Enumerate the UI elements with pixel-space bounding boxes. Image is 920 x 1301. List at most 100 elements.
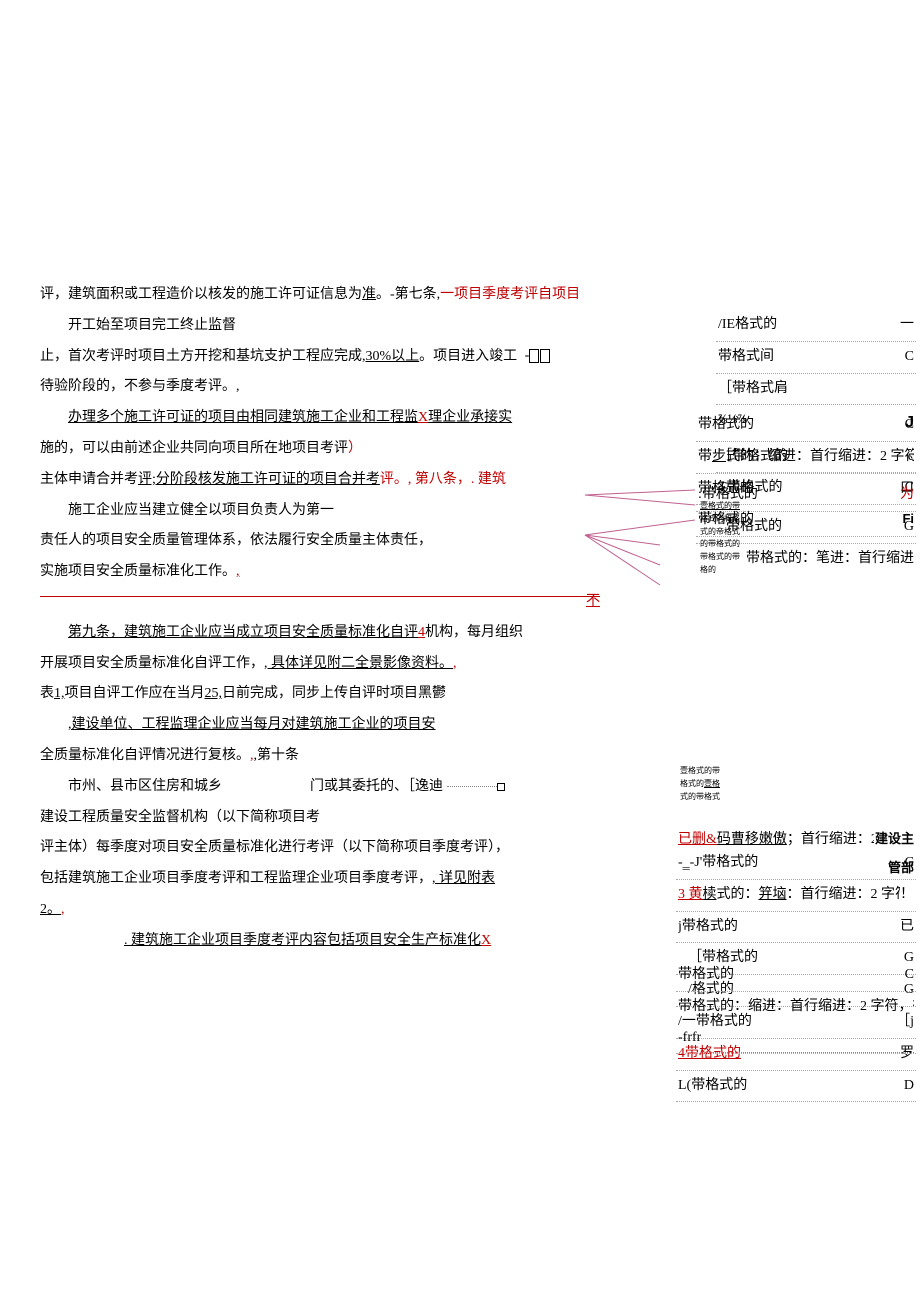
text: 。项目进入竣工 [419,349,517,364]
underlined-red-text: , [453,656,457,671]
format-annotation-vertical: 壹格式的带 格式的和格 式的帝格式 的带格式的 带格式的带 格的 [700,500,760,577]
text: 开工始至项目完工终止监督 [68,318,236,333]
text: ,第十条 [254,748,300,763]
red-text: 评。, 第八条，. 建筑 [380,472,506,487]
anno-label: 式的带格式 [680,791,770,804]
anno-code: C [905,848,914,879]
anno-label: 带格式的带 [700,551,760,564]
underlined-text: 2。 [40,902,61,917]
anno-code: 已 [900,912,914,943]
text: 。-第七条, [376,287,440,302]
text: 施工企业应当建立健全以项目负责人为第一 [68,503,334,518]
anno-label: 格式的壹格 [680,778,770,791]
text: 项目自评工作应在当月 [65,686,205,701]
anno-code: 为 [900,480,914,511]
anno-label: 3 黄椟式的：笄垴：首行缩进：2 字符，行距：单倍 [678,880,900,911]
paragraph: 施的，可以由前述企业共同向项目所在地项目考评） [40,434,620,465]
text: 建设工程质量安全监督机构（以下简称项目考 [40,810,320,825]
text: 全质量标准化自评情况进行复核。 [40,748,250,763]
anno-code: C [905,342,914,373]
underlined-text: , 具体详见附二全景影像资料。 [264,656,453,671]
anno-label: 格的 [700,564,760,577]
text: 实施项目安全质量标准化工作。 [40,564,236,579]
paragraph: . 建筑施工企业项目季度考评内容包括项目安全生产标准化X [40,926,620,957]
underlined-text: 评;分阶段核发施工许可证的项目合并考 [138,472,380,487]
paragraph: 责任人的项目安全质量管理体系，依法履行安全质量主体责任， [40,526,620,557]
paragraph: 主体申请合并考评;分阶段核发施工许可证的项目合并考评。, 第八条，. 建筑 [40,465,620,496]
underlined-red-text: 4 [418,625,425,640]
text: 机构，每月组织 [425,625,523,640]
underlined-red-text: X [481,933,491,948]
underlined-text: . 建筑施工企业项目季度考评内容包括项目安全生产标准化 [124,933,481,948]
text: 包括建筑施工企业项目季度考评和工程监理企业项目季度考评， [40,871,432,886]
text: 评主体）每季度对项目安全质量标准化进行考评（以下简称项目季度考评）， [40,840,509,855]
fraction-markers: - [525,346,552,366]
red-text: ） [348,441,362,456]
text: 市州、县市区住房和城乡 [40,772,222,803]
text: 评，建筑面积或工程造价以核发的施工许可证信息为 [40,287,362,302]
underlined-text: ,建设单位、工程监理企业应当每月对建筑施工企业的项目安 [68,717,436,732]
anno-label: 式的帝格式 [700,526,760,539]
underlined-red-text: X [418,410,428,425]
text: 表 [40,686,54,701]
underlined-text: 理企业承接实 [428,410,512,425]
anno-code: G [904,512,914,543]
anno-label: 带格式的：笔进：首行缩进：2 字符，行距：单京［ [746,544,914,575]
underlined-text: ,30%以上 [362,349,419,364]
underlined-text: 办理多个施工许可证的项目由相同建筑施工企业和工程监 [68,410,418,425]
text: 责任人的项目安全质量管理体系，依法履行安全质量主体责任， [40,533,432,548]
paragraph: 表1,项目自评工作应在当月25,日前完成，同步上传自评时项目黑鬱 [40,679,620,710]
underlined-red-text: , [61,902,65,917]
anno-label: -‗-J'带格式的 [678,848,758,879]
text: 日前完成，同步上传自评时项目黑鬱 [222,686,446,701]
paragraph: 办理多个施工许可证的项目由相同建筑施工企业和工程监X理企业承接实 [40,403,620,434]
anno-label: 带格式的 [698,410,754,441]
text: 门或其委托的、［逸迪 [282,772,505,803]
anno-code: C [905,410,914,441]
anno-label: 带步式的：缩进：首行缩进：2 字符，行距：单京 1 [698,442,914,473]
text: 待验阶段的，不参与季度考评。, [40,379,240,394]
paragraph: 施工企业应当建立健全以项目负责人为第一 [40,496,620,527]
text: 施的，可以由前述企业共同向项目所在地项目考评 [40,441,348,456]
anno-label: j带格式的 [678,912,738,943]
paragraph: 2。, [40,895,620,926]
text: 主体申请合并考 [40,472,138,487]
paragraph: 包括建筑施工企业项目季度考评和工程监理企业项目季度考评，, 详见附表 [40,864,620,895]
red-text: 一项目季度考评自项目 [440,287,580,302]
paragraph: 建设工程质量安全监督机构（以下简称项目考 [40,803,620,834]
anno-label: ［带格式肩 [718,374,788,405]
paragraph: 评主体）每季度对项目安全质量标准化进行考评（以下简称项目季度考评）， [40,833,620,864]
format-annotation-block: 带格式的C 带格式的：缩进：首行缩进：2 字符，行距：笄& -frfr [676,960,916,1054]
margin-marker: 不 [40,587,600,618]
anno-code: ！ [900,880,914,911]
text: 止，首次考评时项目土方开挖和基坑支护工程应完成 [40,349,362,364]
paragraph: 实施项目安全质量标准化工作。, [40,557,620,588]
anno-label: -frfr [678,1023,701,1054]
underlined-text: 1, [54,686,65,701]
anno-label: 壹格式的带 [680,765,770,778]
underlined-text: 准 [362,287,376,302]
anno-label: L(带格式的 [678,1071,747,1102]
text: 开展项目安全质量标准化自评工作， [40,656,264,671]
anno-label: 的带格式的 [700,538,760,551]
underlined-red-text: , [236,564,240,579]
document-body: 评，建筑面积或工程造价以核发的施工许可证信息为准。-第七条,一项目季度考评自项目… [40,280,620,957]
paragraph: ,建设单位、工程监理企业应当每月对建筑施工企业的项目安 [40,710,620,741]
paragraph: 第九条，建筑施工企业应当成立项目安全质量标准化自评4机构，每月组织 [40,618,620,649]
underlined-text: 25, [205,686,223,701]
anno-code: C [905,960,914,991]
paragraph: 市州、县市区住房和城乡 门或其委托的、［逸迪 [40,772,620,803]
anno-code: 一 [900,310,914,341]
paragraph: 开展项目安全质量标准化自评工作，, 具体详见附二全景影像资料。, [40,649,620,680]
paragraph: 评，建筑面积或工程造价以核发的施工许可证信息为准。-第七条,一项目季度考评自项目 [40,280,620,311]
anno-code: D [904,1071,914,1102]
paragraph: 开工始至项目完工终止监督 [40,311,620,342]
paragraph: 待验阶段的，不参与季度考评。, [40,372,620,403]
anno-label: 壹格式的带 [700,500,760,513]
paragraph: 止，首次考评时项目土方开挖和基坑支护工程应完成,30%以上。项目进入竣工 - [40,342,620,373]
underlined-text: 第九条，建筑施工企业应当成立项目安全质量标准化自评 [68,625,418,640]
anno-label: 带格式的：缩进：首行缩进：2 字符，行距：笄& [678,992,914,1023]
underlined-text: , 详见附表 [432,871,495,886]
paragraph: 全质量标准化自评情况进行复核。,,第十条 [40,741,620,772]
connector-arrows [580,485,700,605]
